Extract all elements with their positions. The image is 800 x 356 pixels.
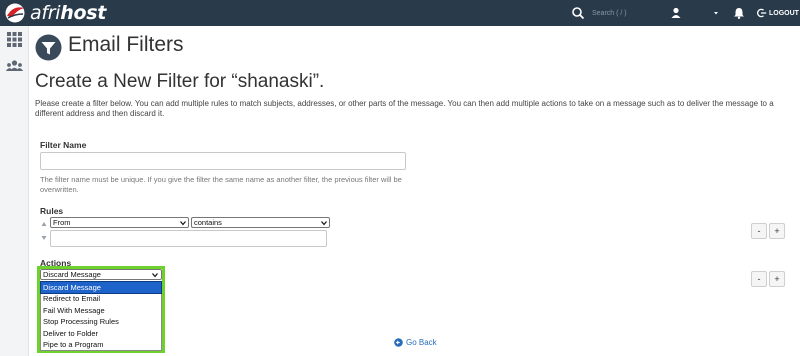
action-option-discard-message[interactable]: Discard Message (40, 280, 162, 295)
go-back-label: Go Back (406, 338, 437, 347)
add-action-button[interactable]: + (769, 271, 785, 287)
logo-text: afrihost (30, 2, 107, 24)
remove-rule-button[interactable]: - (751, 223, 767, 239)
filter-name-help: The filter name must be unique. If you g… (40, 175, 402, 194)
logo-mark-icon (0, 0, 30, 26)
section-title: Create a New Filter for “shanaski”. (35, 71, 325, 92)
remove-action-button[interactable]: - (751, 271, 767, 287)
search-icon[interactable] (570, 5, 586, 21)
rule-field-select[interactable]: From (50, 217, 189, 228)
intro-text: Please create a filter below. You can ad… (35, 99, 774, 118)
search-input[interactable]: Search ( / ) (592, 10, 627, 17)
chevron-down-icon[interactable] (708, 5, 724, 21)
search-box[interactable]: Search ( / ) (570, 0, 627, 26)
rules-label: Rules (40, 206, 64, 216)
logout-label: LOGOUT (769, 9, 799, 17)
email-filter-icon (35, 34, 62, 61)
move-up-icon[interactable] (41, 221, 47, 227)
add-rule-button[interactable]: + (769, 223, 785, 239)
action-option-pipe-to-a-program[interactable]: Pipe to a Program (41, 339, 161, 350)
filter-name-label: Filter Name (40, 140, 87, 150)
rule-operator-select[interactable]: contains (191, 217, 330, 228)
action-option-fail-with-message[interactable]: Fail With Message (41, 305, 161, 316)
brand-logo[interactable]: afrihost (0, 0, 106, 26)
left-sidebar (0, 26, 29, 356)
grid-icon[interactable] (5, 30, 24, 49)
logout-icon (757, 8, 767, 18)
action-select[interactable]: Discard Message (40, 269, 162, 280)
logout-button[interactable]: LOGOUT (757, 0, 799, 26)
arrow-left-circle-icon (394, 338, 403, 347)
users-icon[interactable] (5, 57, 24, 76)
user-icon[interactable] (668, 5, 684, 21)
move-down-icon[interactable] (41, 235, 47, 241)
bell-icon[interactable] (731, 5, 747, 21)
action-option-stop-processing-rules[interactable]: Stop Processing Rules (41, 316, 161, 327)
go-back-link[interactable]: Go Back (394, 338, 437, 347)
rule-value-input[interactable] (50, 230, 327, 247)
action-option-deliver-to-folder[interactable]: Deliver to Folder (41, 328, 161, 339)
top-bar: afrihost Search ( / ) LOGOUT (0, 0, 800, 26)
action-option-redirect-to-email[interactable]: Redirect to Email (41, 293, 161, 304)
page-title: Email Filters (68, 33, 184, 56)
action-dropdown-list: Discard Message Redirect to Email Fail W… (40, 280, 162, 352)
filter-name-input[interactable] (40, 152, 406, 170)
